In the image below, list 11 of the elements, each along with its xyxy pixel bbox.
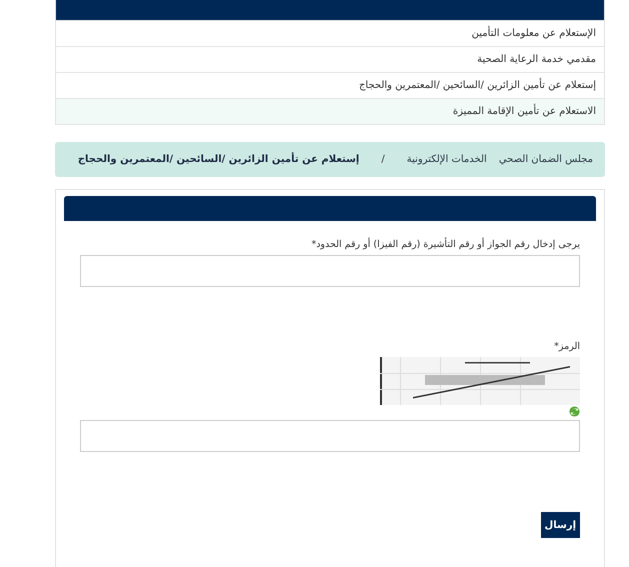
input-field[interactable] <box>80 255 580 287</box>
field-label: الرمز* <box>554 341 580 352</box>
menu-item[interactable]: الاستعلام عن تأمين الإقامة المميزة <box>56 98 604 124</box>
breadcrumb-separator: / <box>381 154 385 165</box>
refresh-icon[interactable] <box>569 406 580 417</box>
breadcrumb-current: إستعلام عن تأمين الزائرين /السائحين /المعتمرين والحجاج <box>78 154 360 165</box>
submit-button[interactable]: إرسال <box>540 512 580 538</box>
input-field[interactable] <box>80 420 580 452</box>
field-label: يرجى إدخال رقم الجواز أو رقم التأشيرة (رقم الفيزا) أو رقم الحدود* <box>311 239 580 250</box>
breadcrumb-link[interactable]: الخدمات الإلكترونية <box>406 154 487 165</box>
breadcrumb-link[interactable]: مجلس الضمان الصحي <box>498 154 593 165</box>
